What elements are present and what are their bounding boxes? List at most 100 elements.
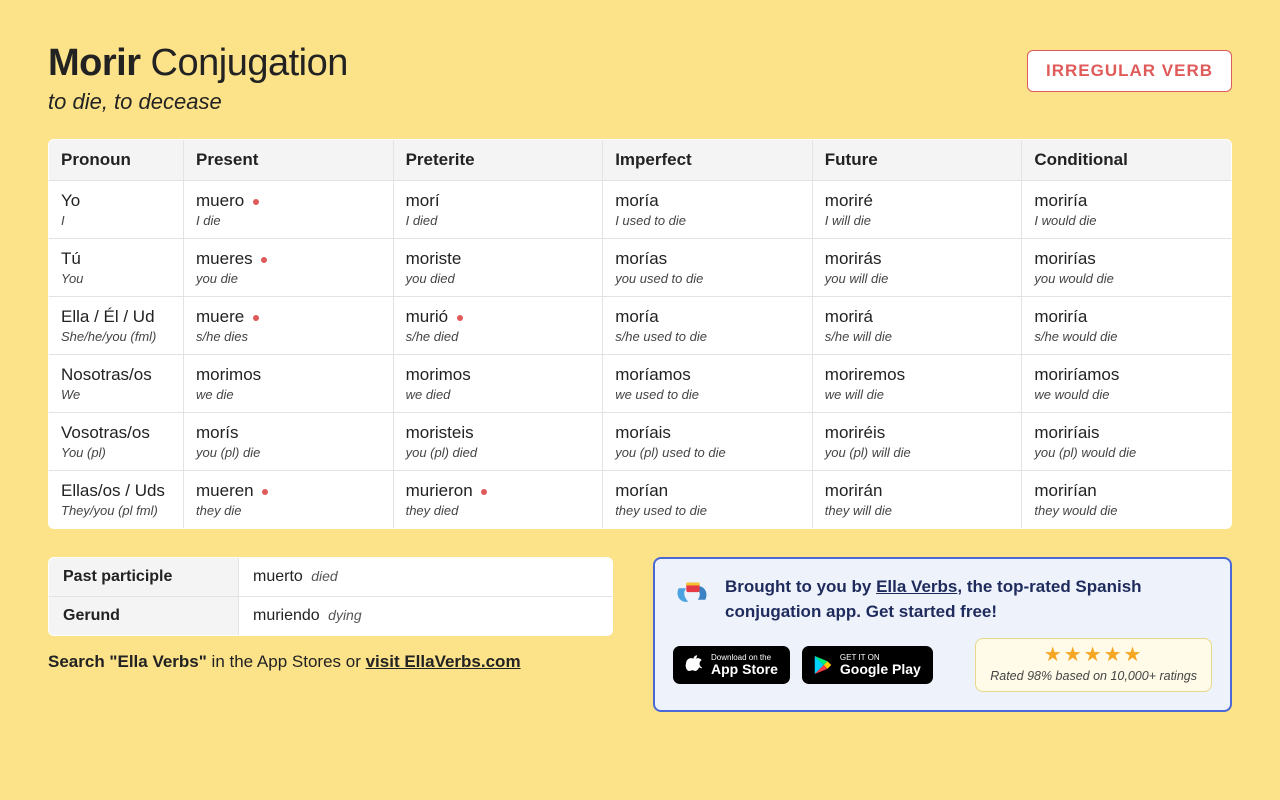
- pronoun-translation: She/he/you (fml): [61, 329, 171, 344]
- past-participle-form: muerto: [253, 568, 303, 585]
- table-row: Vosotras/osYou (pl)morís you (pl) diemor…: [49, 413, 1232, 471]
- app-store-button[interactable]: Download on the App Store: [673, 646, 790, 684]
- verb-form: moriría: [1034, 191, 1219, 211]
- google-play-button[interactable]: GET IT ON Google Play: [802, 646, 933, 684]
- column-header: Present: [184, 140, 394, 181]
- title-rest: Conjugation: [141, 42, 348, 84]
- gerund-label: Gerund: [49, 597, 239, 636]
- conjugation-cell: moríamos we used to die: [603, 355, 813, 413]
- gerund-form: muriendo: [253, 607, 320, 624]
- table-row: YoImuero I diemorí I diedmoría I used to…: [49, 181, 1232, 239]
- verb-form: morirías: [1034, 249, 1219, 269]
- promo-text: Brought to you by Ella Verbs, the top-ra…: [725, 575, 1212, 624]
- conjugation-cell: moriste you died: [393, 239, 603, 297]
- verb-form: morirían: [1034, 481, 1219, 501]
- verb-form: moría: [615, 307, 800, 327]
- verb-gloss: you die: [196, 271, 381, 286]
- apple-icon: [685, 655, 703, 675]
- rating-box: ★★★★★ Rated 98% based on 10,000+ ratings: [975, 638, 1212, 692]
- pronoun-cell: Vosotras/osYou (pl): [49, 413, 184, 471]
- verb-form: moríamos: [615, 365, 800, 385]
- conjugation-cell: moristeis you (pl) died: [393, 413, 603, 471]
- verb-form: moriré: [825, 191, 1010, 211]
- verb-gloss: I die: [196, 213, 381, 228]
- promo-prefix: Brought to you by: [725, 577, 876, 596]
- pronoun-translation: I: [61, 213, 171, 228]
- rating-text: Rated 98% based on 10,000+ ratings: [990, 669, 1197, 683]
- verb-gloss: I would die: [1034, 213, 1219, 228]
- verb-form: murieron: [406, 481, 591, 501]
- conjugation-cell: moríais you (pl) used to die: [603, 413, 813, 471]
- verb-form: murió: [406, 307, 591, 327]
- conjugation-cell: moría I used to die: [603, 181, 813, 239]
- verb-form: morirás: [825, 249, 1010, 269]
- verb-gloss: you (pl) died: [406, 445, 591, 460]
- verb-gloss: you (pl) would die: [1034, 445, 1219, 460]
- conjugation-cell: morimos we die: [184, 355, 394, 413]
- verb-form: muere: [196, 307, 381, 327]
- google-play-icon: [814, 655, 832, 675]
- verb-form: morirán: [825, 481, 1010, 501]
- page-title: Morir Conjugation: [48, 42, 348, 85]
- verb-form: moríais: [615, 423, 800, 443]
- verb-gloss: you (pl) used to die: [615, 445, 800, 460]
- conjugation-cell: moría s/he used to die: [603, 297, 813, 355]
- past-participle-label: Past participle: [49, 558, 239, 597]
- table-row: TúYoumueres you diemoriste you diedmoría…: [49, 239, 1232, 297]
- verb-form: moristeis: [406, 423, 591, 443]
- irregular-dot-icon: [262, 489, 268, 495]
- ella-verbs-icon: [673, 575, 711, 613]
- irregular-badge: IRREGULAR VERB: [1027, 50, 1232, 92]
- conjugation-cell: morirá s/he will die: [812, 297, 1022, 355]
- irregular-dot-icon: [253, 315, 259, 321]
- pronoun: Ella / Él / Ud: [61, 307, 171, 327]
- conjugation-cell: muero I die: [184, 181, 394, 239]
- verb-gloss: we will die: [825, 387, 1010, 402]
- verb-gloss: s/he used to die: [615, 329, 800, 344]
- verb-gloss: we died: [406, 387, 591, 402]
- column-header: Pronoun: [49, 140, 184, 181]
- conjugation-cell: moriríamos we would die: [1022, 355, 1232, 413]
- ellaverbs-link[interactable]: visit EllaVerbs.com: [366, 652, 521, 671]
- verb-gloss: you (pl) will die: [825, 445, 1010, 460]
- table-row: Nosotras/osWemorimos we diemorimos we di…: [49, 355, 1232, 413]
- column-header: Conditional: [1022, 140, 1232, 181]
- verb-gloss: they used to die: [615, 503, 800, 518]
- verb-gloss: they will die: [825, 503, 1010, 518]
- pronoun: Nosotras/os: [61, 365, 171, 385]
- conjugation-table: PronounPresentPreteriteImperfectFutureCo…: [48, 139, 1232, 529]
- verb-gloss: I died: [406, 213, 591, 228]
- verb-form: moriste: [406, 249, 591, 269]
- irregular-dot-icon: [457, 315, 463, 321]
- verb-gloss: I used to die: [615, 213, 800, 228]
- verb-form: morimos: [406, 365, 591, 385]
- conjugation-cell: muere s/he dies: [184, 297, 394, 355]
- verb-form: moriremos: [825, 365, 1010, 385]
- conjugation-cell: murió s/he died: [393, 297, 603, 355]
- verb-gloss: s/he will die: [825, 329, 1010, 344]
- pronoun: Vosotras/os: [61, 423, 171, 443]
- verb-form: morirá: [825, 307, 1010, 327]
- table-row: Ella / Él / Ud She/he/you (fml) muere s/he…: [49, 297, 1232, 355]
- conjugation-cell: morís you (pl) die: [184, 413, 394, 471]
- pronoun: Tú: [61, 249, 171, 269]
- verb-form: morías: [615, 249, 800, 269]
- verb-form: moriría: [1034, 307, 1219, 327]
- irregular-dot-icon: [481, 489, 487, 495]
- verb-gloss: they die: [196, 503, 381, 518]
- verb-gloss: I will die: [825, 213, 1010, 228]
- verb-gloss: you died: [406, 271, 591, 286]
- table-row: Ellas/os / UdsThey/you (pl fml)mueren th…: [49, 471, 1232, 529]
- verb-gloss: s/he would die: [1034, 329, 1219, 344]
- verb-gloss: s/he died: [406, 329, 591, 344]
- conjugation-cell: morimos we died: [393, 355, 603, 413]
- pronoun-cell: Ella / Él / Ud She/he/you (fml): [49, 297, 184, 355]
- conjugation-cell: morirían they would die: [1022, 471, 1232, 529]
- conjugation-cell: morirás you will die: [812, 239, 1022, 297]
- search-middle: in the App Stores or: [212, 652, 366, 671]
- promo-link[interactable]: Ella Verbs: [876, 577, 957, 596]
- conjugation-cell: moriría s/he would die: [1022, 297, 1232, 355]
- past-participle-gloss: died: [311, 568, 337, 584]
- conjugation-cell: moriréis you (pl) will die: [812, 413, 1022, 471]
- irregular-dot-icon: [253, 199, 259, 205]
